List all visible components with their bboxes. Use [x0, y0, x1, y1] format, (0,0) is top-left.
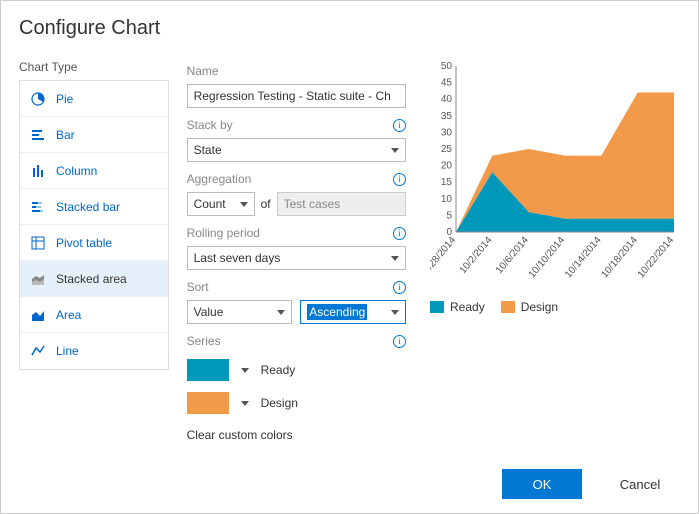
name-input[interactable]: [187, 84, 406, 108]
sort-field-select[interactable]: Value: [187, 300, 293, 324]
ok-button[interactable]: OK: [502, 469, 582, 499]
svg-text:25: 25: [441, 144, 453, 155]
dialog-title: Configure Chart: [19, 17, 680, 40]
chart-type-item-label: Area: [56, 308, 81, 322]
area-icon: [30, 307, 46, 323]
legend-label: Ready: [450, 300, 485, 314]
rolling-period-select[interactable]: Last seven days: [187, 246, 406, 270]
chart-type-item-label: Pivot table: [56, 236, 112, 250]
chart-type-item-label: Column: [56, 164, 97, 178]
sort-direction-value: Ascending: [307, 304, 367, 320]
chart-type-column[interactable]: Column: [20, 153, 168, 189]
stacked-area-icon: [30, 271, 46, 287]
svg-text:30: 30: [441, 127, 453, 138]
svg-text:35: 35: [441, 111, 453, 122]
chevron-down-icon: [391, 148, 399, 153]
chart-type-item-label: Pie: [56, 92, 73, 106]
chart-type-item-label: Stacked bar: [56, 200, 120, 214]
stack-by-label: Stack by: [187, 118, 233, 132]
chart-type-item-label: Bar: [56, 128, 75, 142]
chevron-down-icon: [391, 310, 399, 315]
sort-direction-select[interactable]: Ascending: [300, 300, 406, 324]
legend-label: Design: [521, 300, 558, 314]
chart-legend: Ready Design: [430, 300, 680, 314]
aggregation-of-field: Test cases: [277, 192, 406, 216]
svg-text:10/22/2014: 10/22/2014: [636, 235, 677, 281]
legend-swatch: [430, 301, 444, 313]
column-icon: [30, 163, 46, 179]
info-icon[interactable]: i: [393, 335, 406, 348]
chart-type-list: Pie Bar Column Stacked bar: [19, 80, 169, 370]
series-name: Design: [261, 396, 298, 410]
svg-text:9/28/2014: 9/28/2014: [430, 235, 459, 276]
info-icon[interactable]: i: [393, 119, 406, 132]
svg-text:20: 20: [441, 161, 453, 172]
cancel-button[interactable]: Cancel: [600, 469, 680, 499]
series-color-swatch[interactable]: [187, 392, 229, 414]
chart-type-pie[interactable]: Pie: [20, 81, 168, 117]
chevron-down-icon: [391, 256, 399, 261]
chart-type-area[interactable]: Area: [20, 297, 168, 333]
series-color-swatch[interactable]: [187, 359, 229, 381]
line-icon: [30, 343, 46, 359]
chart-type-label: Chart Type: [19, 60, 169, 74]
chart-type-item-label: Line: [56, 344, 79, 358]
svg-text:10/18/2014: 10/18/2014: [599, 235, 640, 281]
sort-label: Sort: [187, 280, 209, 294]
stack-by-value: State: [194, 143, 222, 157]
pie-icon: [30, 91, 46, 107]
chevron-down-icon[interactable]: [241, 368, 249, 373]
svg-text:10/14/2014: 10/14/2014: [563, 235, 604, 281]
svg-text:15: 15: [441, 177, 453, 188]
chevron-down-icon[interactable]: [241, 401, 249, 406]
series-row-ready: Ready: [187, 359, 406, 381]
svg-text:10/10/2014: 10/10/2014: [527, 235, 568, 281]
chart-type-pivot-table[interactable]: Pivot table: [20, 225, 168, 261]
chart-type-item-label: Stacked area: [56, 272, 127, 286]
series-name: Ready: [261, 363, 296, 377]
chevron-down-icon: [277, 310, 285, 315]
svg-text:40: 40: [441, 94, 453, 105]
chart-type-bar[interactable]: Bar: [20, 117, 168, 153]
stack-by-select[interactable]: State: [187, 138, 406, 162]
legend-item-design: Design: [501, 300, 558, 314]
of-label: of: [261, 197, 271, 211]
info-icon[interactable]: i: [393, 227, 406, 240]
aggregation-value: Count: [194, 197, 226, 211]
rolling-period-value: Last seven days: [194, 251, 281, 265]
svg-text:45: 45: [441, 78, 453, 89]
info-icon[interactable]: i: [393, 281, 406, 294]
info-icon[interactable]: i: [393, 173, 406, 186]
stacked-bar-icon: [30, 199, 46, 215]
svg-text:5: 5: [446, 210, 452, 221]
series-row-design: Design: [187, 392, 406, 414]
chart-type-stacked-area[interactable]: Stacked area: [20, 261, 168, 297]
chart-type-line[interactable]: Line: [20, 333, 168, 369]
series-label: Series: [187, 334, 221, 348]
clear-custom-colors-link[interactable]: Clear custom colors: [187, 428, 406, 442]
sort-field-value: Value: [194, 305, 224, 319]
svg-text:10/6/2014: 10/6/2014: [494, 235, 531, 276]
name-label: Name: [187, 64, 219, 78]
aggregation-select[interactable]: Count: [187, 192, 255, 216]
chart-type-stacked-bar[interactable]: Stacked bar: [20, 189, 168, 225]
svg-text:50: 50: [441, 61, 453, 72]
chart-preview: 051015202530354045509/28/201410/2/201410…: [430, 60, 680, 290]
legend-item-ready: Ready: [430, 300, 485, 314]
svg-text:10/2/2014: 10/2/2014: [458, 235, 495, 276]
pivot-table-icon: [30, 235, 46, 251]
legend-swatch: [501, 301, 515, 313]
bar-icon: [30, 127, 46, 143]
rolling-period-label: Rolling period: [187, 226, 260, 240]
svg-text:10: 10: [441, 194, 453, 205]
aggregation-label: Aggregation: [187, 172, 252, 186]
chevron-down-icon: [240, 202, 248, 207]
